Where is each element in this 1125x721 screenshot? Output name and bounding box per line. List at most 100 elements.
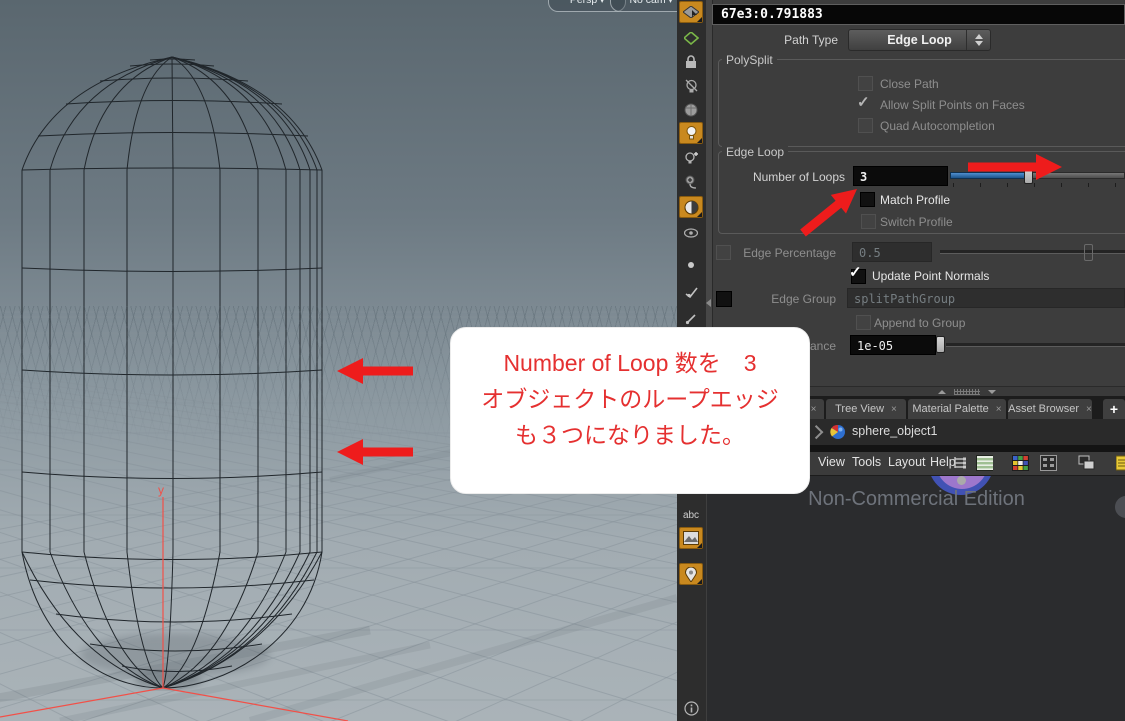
add-light-button[interactable]: [679, 147, 703, 169]
location-pin-icon: [685, 566, 697, 582]
annotation-line-1: Number of Loop 数を 3: [503, 350, 757, 376]
visualizers-button[interactable]: [679, 222, 703, 244]
geometry-node-icon: [830, 424, 845, 439]
show-handles-button[interactable]: [679, 27, 703, 49]
match-profile-label: Match Profile: [880, 193, 951, 207]
apply-tool-button[interactable]: [679, 281, 703, 303]
text-tool-button[interactable]: abc: [679, 504, 703, 526]
view-sphere-icon: [684, 103, 698, 117]
houdini-badge-dot: [957, 476, 966, 485]
network-editor[interactable]: Non-Commercial Edition: [706, 476, 1125, 721]
tree-hierarchy-icon[interactable]: [952, 455, 969, 471]
append-to-group-label: Append to Group: [874, 316, 966, 330]
splitter-grip-icon[interactable]: [954, 389, 980, 395]
eye-brush-icon: [684, 228, 698, 238]
tab-close-icon[interactable]: ×: [1086, 404, 1092, 415]
select-arrow-icon: [683, 6, 699, 18]
tab-close-icon[interactable]: ×: [996, 404, 1002, 415]
background-image-button[interactable]: [679, 527, 703, 549]
material-ball-icon: [684, 200, 698, 214]
menu-view[interactable]: View: [818, 455, 845, 469]
tab-close-icon[interactable]: ×: [811, 404, 817, 415]
dot-tool-button[interactable]: [679, 254, 703, 276]
dot-icon: [688, 262, 694, 268]
headlight-button[interactable]: [679, 99, 703, 121]
switch-profile-checkbox[interactable]: [861, 214, 876, 229]
info-icon: [683, 700, 699, 716]
no-lights-button[interactable]: [679, 75, 703, 97]
splitter-up-icon[interactable]: [938, 390, 946, 394]
materials-button[interactable]: [679, 196, 703, 218]
snapshot-pin-button[interactable]: [679, 563, 703, 585]
update-normals-label: Update Point Normals: [872, 269, 990, 283]
node-path-label[interactable]: sphere_object1: [852, 424, 937, 438]
annotation-line-3: も３つになりました。: [515, 422, 745, 448]
overlapping-windows-icon[interactable]: [1078, 455, 1095, 471]
close-path-label: Close Path: [880, 77, 939, 91]
menu-layout[interactable]: Layout: [888, 455, 926, 469]
camera-dropdown[interactable]: No cam ▾: [610, 0, 677, 12]
allow-split-checkmark-icon[interactable]: ✓: [857, 93, 870, 111]
info-button[interactable]: [679, 697, 703, 719]
append-to-group-checkbox[interactable]: [856, 315, 871, 330]
handles-icon: [683, 31, 699, 45]
update-normals-checkmark-icon: ✓: [849, 264, 862, 281]
splitter-down-icon[interactable]: [988, 390, 996, 394]
axis-y-label: y: [158, 483, 164, 497]
quad-auto-label: Quad Autocompletion: [880, 119, 995, 133]
polysplit-group-label: PolySplit: [722, 53, 777, 67]
number-of-loops-field[interactable]: 3: [853, 166, 948, 186]
breadcrumb-chevron-icon[interactable]: [812, 425, 821, 438]
edge-percentage-slider-track[interactable]: [940, 250, 1125, 254]
houdini-window: y Persp ▾ No cam ▾ abc 67e3:0.791883 Pat…: [0, 0, 1125, 721]
tolerance-slider-track[interactable]: [946, 343, 1125, 347]
annotation-callout: Number of Loop 数を 3 オブジェクトのループエッジ も３つになり…: [450, 327, 810, 494]
edge-group-label: Edge Group: [771, 292, 836, 306]
match-profile-checkbox[interactable]: [860, 192, 875, 207]
dropdown-spinner-icon[interactable]: [966, 30, 990, 50]
tab-material-palette[interactable]: Material Palette ×: [908, 399, 1006, 419]
edge-group-field[interactable]: splitPathGroup: [847, 288, 1125, 308]
annotation-line-2: オブジェクトのループエッジ: [481, 386, 779, 412]
tolerance-field[interactable]: 1e-05: [850, 335, 936, 355]
path-type-label: Path Type: [784, 33, 838, 47]
quad-auto-checkbox[interactable]: [858, 118, 873, 133]
color-palette-grid-icon[interactable]: [1012, 455, 1029, 471]
menu-tools[interactable]: Tools: [852, 455, 881, 469]
no-light-icon: [685, 79, 697, 93]
loops-slider-ticks: [953, 183, 1125, 187]
lock-icon: [686, 55, 696, 68]
loops-slider-fill: [950, 172, 1028, 179]
number-of-loops-label: Number of Loops: [752, 170, 845, 184]
chevron-down-icon: ▾: [668, 0, 673, 5]
edge-percentage-slider-handle[interactable]: [1084, 244, 1093, 261]
corner-badge: [1115, 496, 1125, 518]
lights-button[interactable]: [679, 122, 703, 144]
add-camera-button[interactable]: [679, 171, 703, 193]
edge-percentage-label: Edge Percentage: [743, 246, 836, 260]
allow-split-label: Allow Split Points on Faces: [880, 98, 1025, 112]
select-tool-button[interactable]: [679, 1, 703, 23]
add-light-icon: [685, 152, 698, 164]
node-info-field[interactable]: 67e3:0.791883: [712, 4, 1125, 25]
path-type-dropdown[interactable]: Edge Loop: [848, 29, 991, 51]
abc-label: abc: [682, 509, 700, 521]
loops-slider-handle[interactable]: [1024, 167, 1033, 184]
switch-profile-label: Switch Profile: [880, 215, 953, 229]
tab-tree-view[interactable]: Tree View ×: [826, 399, 906, 419]
add-camera-icon: [685, 175, 697, 189]
image-icon: [683, 531, 699, 545]
add-tab-button[interactable]: +: [1103, 399, 1125, 419]
check-brush-icon: [685, 287, 698, 298]
notes-icon[interactable]: [1116, 455, 1125, 471]
edge-percentage-field[interactable]: 0.5: [852, 242, 932, 262]
tolerance-slider-handle[interactable]: [936, 336, 945, 353]
close-path-checkbox[interactable]: [858, 76, 873, 91]
list-view-icon[interactable]: [976, 455, 993, 471]
lock-button[interactable]: [679, 51, 703, 73]
pen-icon: [685, 314, 696, 325]
tab-asset-browser[interactable]: Asset Browser ×: [1008, 399, 1092, 419]
grid-layout-icon[interactable]: [1040, 455, 1057, 471]
tab-close-icon[interactable]: ×: [891, 404, 897, 415]
light-bulb-icon: [686, 126, 696, 140]
